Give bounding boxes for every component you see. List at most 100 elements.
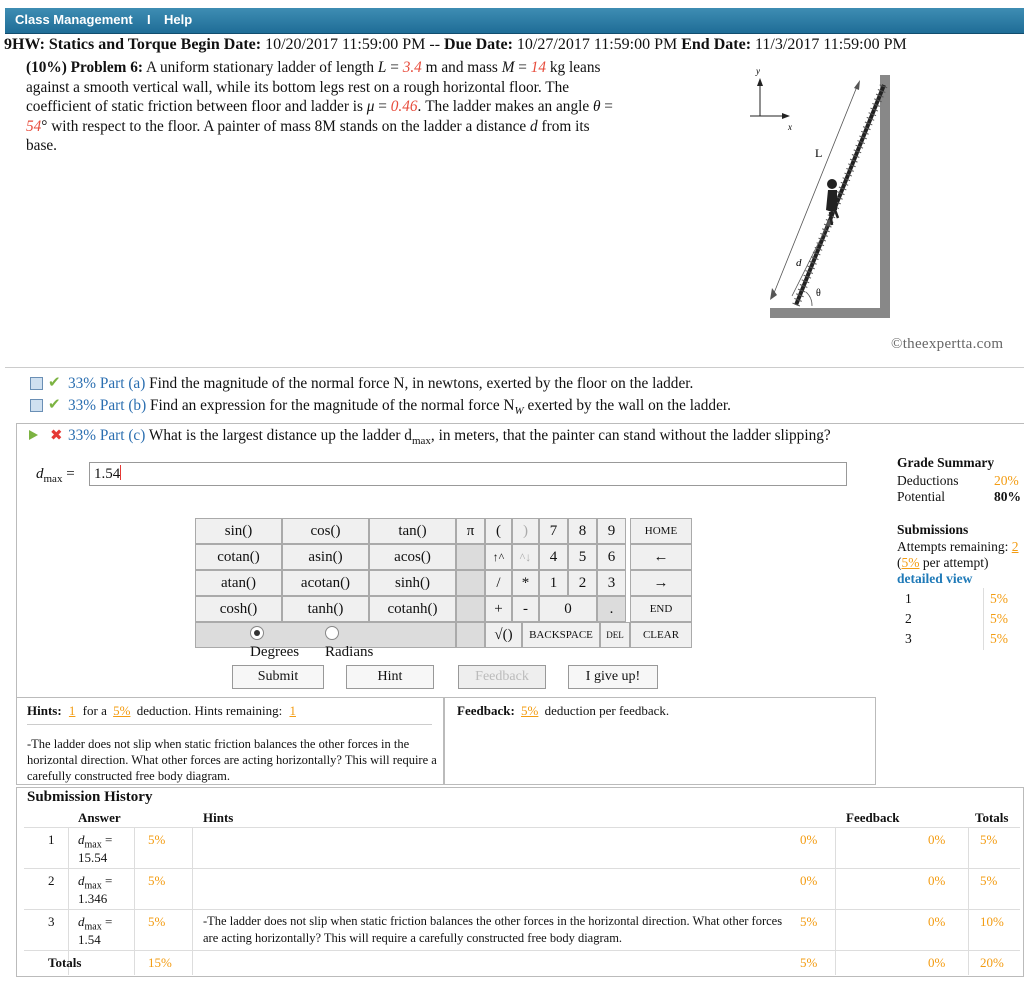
left-arrow-button[interactable]: ←: [630, 544, 692, 570]
right-arrow-button[interactable]: →: [630, 570, 692, 596]
acos-button[interactable]: acos(): [369, 544, 456, 570]
delete-button[interactable]: DEL: [600, 622, 630, 648]
subscript-button[interactable]: ^↓: [512, 544, 539, 570]
value-theta: 54: [26, 117, 42, 135]
digit-8-button[interactable]: 8: [568, 518, 597, 544]
sqrt-button[interactable]: √(): [485, 622, 522, 648]
answer-label: dmax =: [78, 873, 112, 892]
digit-0-button[interactable]: 0: [539, 596, 597, 622]
sinh-button[interactable]: sinh(): [369, 570, 456, 596]
superscript-button[interactable]: ↑^: [485, 544, 512, 570]
part-a[interactable]: 33% Part (a) Find the magnitude of the n…: [68, 375, 693, 393]
end-button[interactable]: END: [630, 596, 692, 622]
digit-5-button[interactable]: 5: [568, 544, 597, 570]
cos-button[interactable]: cos(): [282, 518, 369, 544]
cotanh-button[interactable]: cotanh(): [369, 596, 456, 622]
digit-2-button[interactable]: 2: [568, 570, 597, 596]
y-axis-arrow: [757, 78, 763, 86]
symbol-theta: θ: [592, 98, 601, 115]
sin-button[interactable]: sin(): [195, 518, 282, 544]
totals-label: Totals: [48, 955, 82, 970]
digit-7-button[interactable]: 7: [539, 518, 568, 544]
value-M: 14: [530, 59, 547, 76]
per-attempt-label: per attempt): [922, 555, 989, 570]
digit-3-button[interactable]: 3: [597, 570, 626, 596]
answer-input[interactable]: 1.54: [89, 462, 847, 486]
answer-label: dmax =: [78, 832, 112, 851]
floor: [770, 308, 890, 318]
check-icon: ✔: [48, 395, 61, 413]
hint-button[interactable]: Hint: [346, 665, 434, 689]
help-link[interactable]: Help: [164, 12, 192, 27]
expand-icon[interactable]: [30, 399, 43, 412]
hints-header: Hints: 1 for a 5% deduction. Hints remai…: [27, 703, 300, 719]
length-arrow-top: [854, 80, 860, 90]
atan-button[interactable]: atan(): [195, 570, 282, 596]
degrees-radio[interactable]: Degrees: [250, 626, 299, 661]
answer-equals: =: [66, 466, 75, 482]
feedback-label: Feedback:: [457, 703, 515, 718]
angle-arc: [805, 291, 813, 307]
cotan-button[interactable]: cotan(): [195, 544, 282, 570]
tanh-button[interactable]: tanh(): [282, 596, 369, 622]
hints-pct: 5%: [113, 703, 131, 718]
blank-key: [456, 570, 485, 596]
painter-body: [826, 190, 837, 212]
play-icon: [29, 430, 38, 440]
detailed-view-link[interactable]: detailed view: [897, 571, 972, 587]
class-management-link[interactable]: Class Management: [15, 12, 133, 27]
give-up-button[interactable]: I give up!: [568, 665, 658, 689]
tan-button[interactable]: tan(): [369, 518, 456, 544]
hints-text: for a: [82, 703, 107, 718]
feedback-button[interactable]: Feedback: [458, 665, 546, 689]
expand-icon[interactable]: [30, 377, 43, 390]
cosh-button[interactable]: cosh(): [195, 596, 282, 622]
angle-label: θ: [816, 288, 821, 299]
part-c-subscript: max: [411, 435, 431, 448]
col-divider: [134, 827, 135, 975]
part-c[interactable]: 33% Part (c) What is the largest distanc…: [68, 427, 831, 447]
radians-radio[interactable]: Radians: [325, 626, 373, 661]
feedback-deduction: 0%: [928, 832, 946, 847]
asin-button[interactable]: asin(): [282, 544, 369, 570]
due-label: Due Date:: [444, 36, 513, 53]
digit-1-button[interactable]: 1: [539, 570, 568, 596]
feedback-deduction: 0%: [928, 873, 946, 888]
right-paren-button[interactable]: ): [512, 518, 539, 544]
end-label: End Date:: [681, 36, 752, 53]
answer-label: dmax =: [36, 466, 75, 485]
clear-button[interactable]: CLEAR: [630, 622, 692, 648]
decimal-button[interactable]: .: [597, 596, 626, 622]
divide-button[interactable]: /: [485, 570, 512, 596]
left-paren-button[interactable]: (: [485, 518, 512, 544]
minus-button[interactable]: -: [512, 596, 539, 622]
submit-button[interactable]: Submit: [232, 665, 324, 689]
digit-9-button[interactable]: 9: [597, 518, 626, 544]
pi-button[interactable]: π: [456, 518, 485, 544]
top-menu-bar: Class Management I Help: [5, 8, 1024, 34]
part-b-text: Find an expression for the magnitude of …: [150, 397, 515, 414]
multiply-button[interactable]: *: [512, 570, 539, 596]
answer-label: dmax =: [78, 914, 112, 933]
hints-remaining: 1: [289, 703, 296, 718]
acotan-button[interactable]: acotan(): [282, 570, 369, 596]
part-b[interactable]: 33% Part (b) Find an expression for the …: [68, 397, 731, 417]
home-button[interactable]: HOME: [630, 518, 692, 544]
hint-deduction: 5%: [800, 914, 818, 929]
attempts-value: 2: [1011, 539, 1019, 554]
hint-text: -The ladder does not slip when static fr…: [203, 914, 783, 945]
plus-button[interactable]: +: [485, 596, 512, 622]
hint-deduction: 0%: [800, 832, 818, 847]
digit-6-button[interactable]: 6: [597, 544, 626, 570]
divider: [27, 724, 432, 725]
submission-number: 3: [905, 631, 912, 646]
answer-equals: =: [104, 914, 113, 929]
digit-4-button[interactable]: 4: [539, 544, 568, 570]
symbol-mu: μ: [366, 98, 375, 115]
answer-value: 15.54: [78, 850, 108, 865]
part-a-percent: 33% Part (a): [68, 375, 146, 392]
painter-head: [827, 179, 837, 189]
problem-text: A uniform stationary ladder of length: [145, 59, 375, 76]
backspace-button[interactable]: BACKSPACE: [522, 622, 600, 648]
divider: [5, 367, 1024, 368]
